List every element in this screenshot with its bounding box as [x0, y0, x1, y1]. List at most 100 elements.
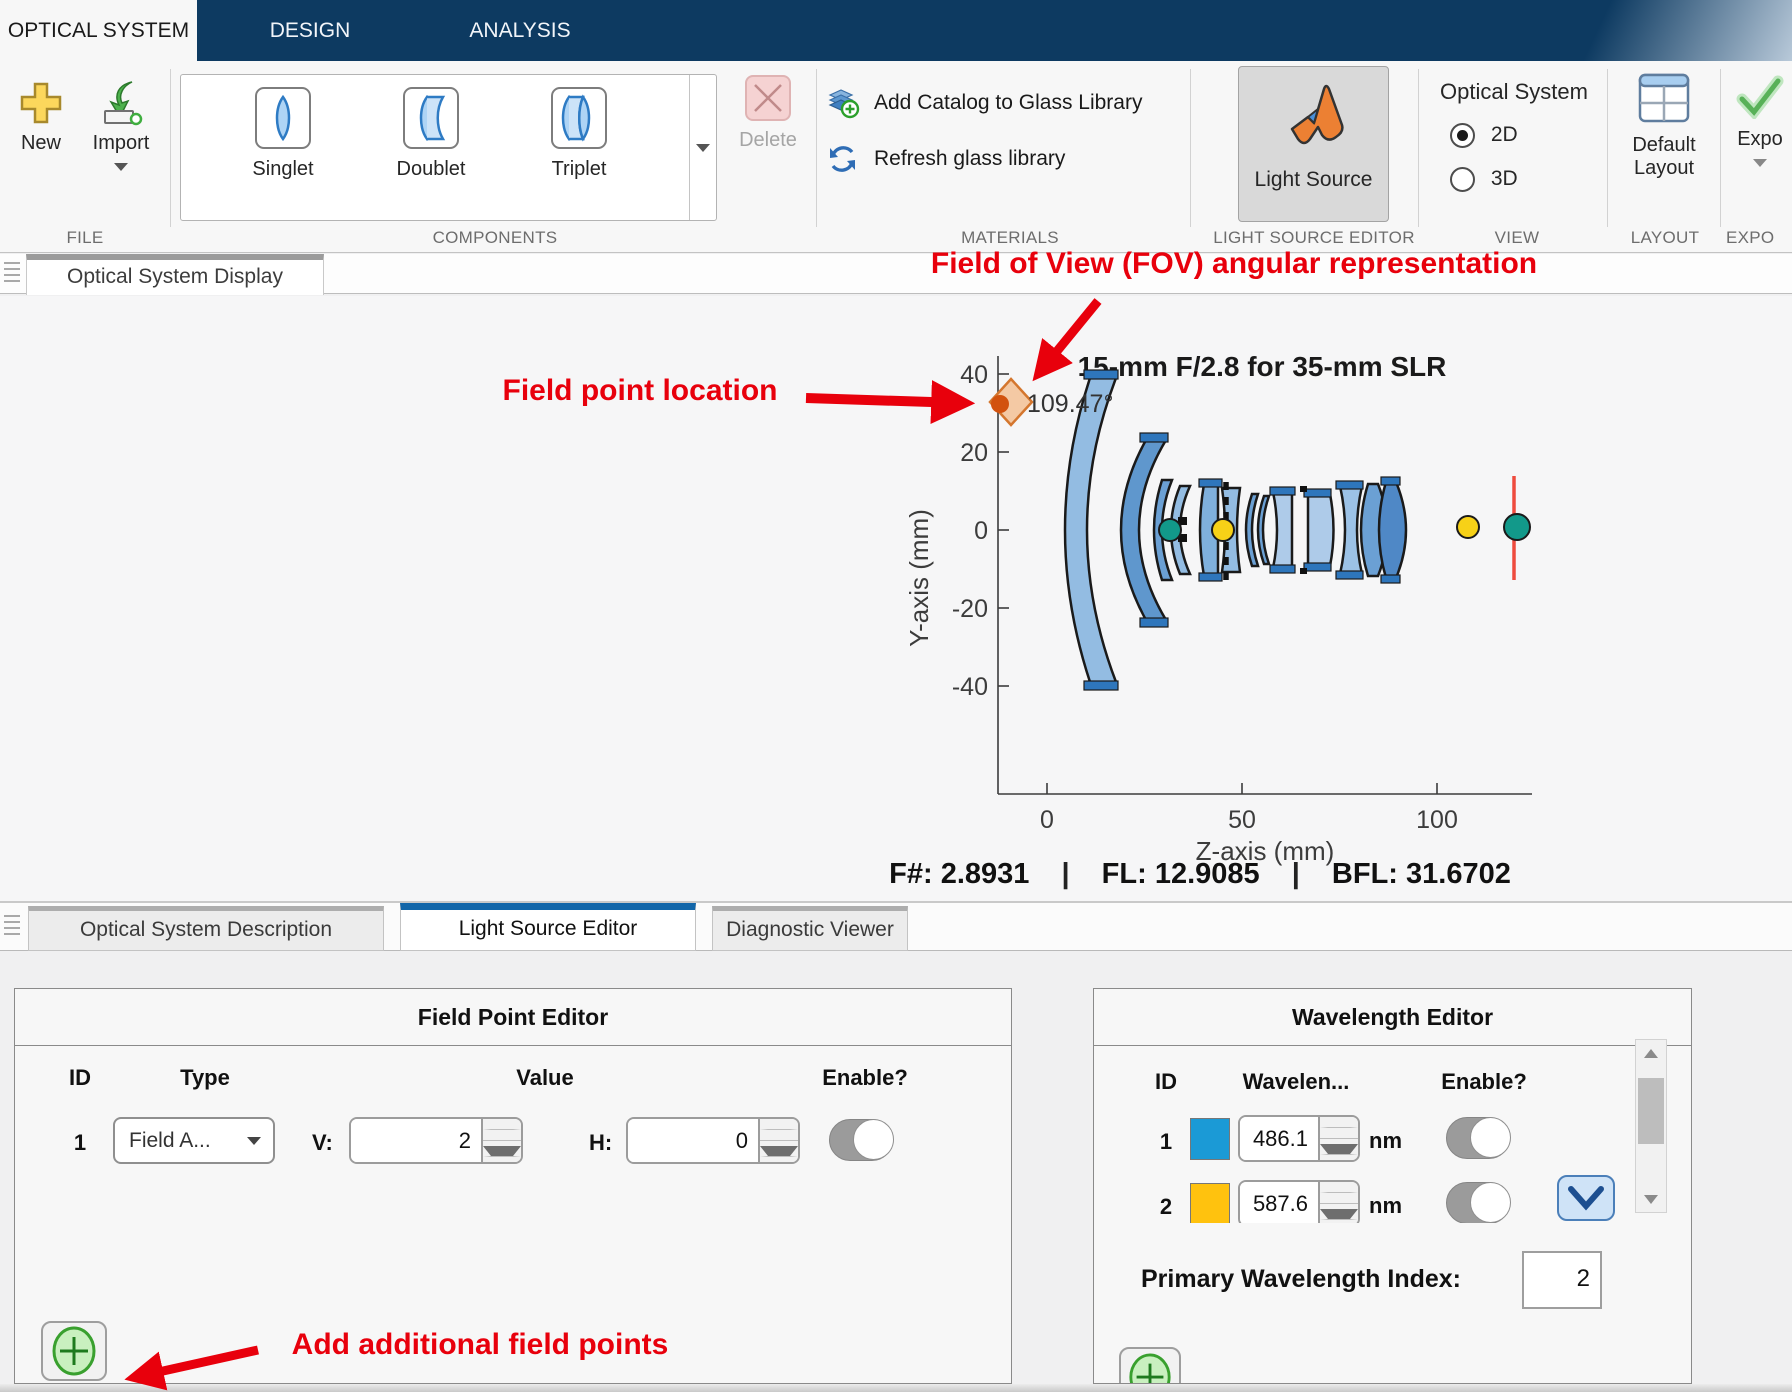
focal-length-value: 12.9085 — [1155, 858, 1260, 890]
wavelength-enable-toggle[interactable] — [1446, 1117, 1510, 1159]
export-dropdown-caret[interactable] — [1753, 159, 1767, 167]
spinner-up-icon[interactable] — [1320, 1182, 1358, 1204]
spinner-down-icon[interactable] — [1320, 1204, 1358, 1223]
delete-button[interactable]: Delete — [736, 74, 800, 152]
section-label-materials: MATERIALS — [880, 228, 1140, 248]
radio-3d[interactable]: 3D — [1450, 167, 1518, 192]
wavelength-spinner[interactable]: 486.1 — [1238, 1115, 1360, 1162]
doublet-button[interactable]: Doublet — [361, 87, 501, 181]
wavelength-color-swatch[interactable] — [1190, 1118, 1230, 1160]
refresh-glass-library-button[interactable]: Refresh glass library — [826, 143, 1065, 175]
annotation-fov: Field of View (FOV) angular representati… — [903, 247, 1565, 281]
col-id: ID — [45, 1065, 115, 1091]
matlab-logo-icon — [1278, 77, 1350, 155]
wavelength-row-id: 1 — [1146, 1129, 1186, 1155]
import-dropdown-caret[interactable] — [114, 163, 128, 171]
field-point-enable-toggle[interactable] — [829, 1119, 893, 1161]
delete-x-icon — [744, 74, 792, 122]
wavelength-color-swatch[interactable] — [1190, 1183, 1230, 1223]
optical-readouts: F#: 2.8931 | FL: 12.9085 | BFL: 31.6702 — [820, 858, 1580, 891]
spinner-down-icon[interactable] — [483, 1141, 521, 1162]
scrollbar-thumb[interactable] — [1638, 1078, 1664, 1144]
tab-optical-system-description[interactable]: Optical System Description — [28, 906, 384, 951]
lens-elements — [1065, 370, 1406, 690]
svg-text:-20: -20 — [952, 595, 988, 623]
section-label-components: COMPONENTS — [200, 228, 790, 248]
divider — [170, 69, 171, 227]
glass-catalog-icon — [826, 87, 860, 119]
unit-label: nm — [1369, 1193, 1402, 1219]
spinner-up-icon[interactable] — [760, 1119, 798, 1141]
svg-text:0: 0 — [1040, 806, 1054, 834]
check-icon — [1736, 75, 1784, 119]
field-point-editor-title: Field Point Editor — [15, 989, 1011, 1046]
field-type-dropdown[interactable]: Field A... — [113, 1117, 275, 1164]
tab-optical-system-display[interactable]: Optical System Display — [26, 254, 324, 295]
v-label: V: — [312, 1130, 333, 1156]
default-layout-button[interactable]: Default Layout — [1622, 73, 1706, 180]
components-gallery: Singlet Doublet — [180, 74, 717, 221]
tab-diagnostic-viewer[interactable]: Diagnostic Viewer — [712, 906, 908, 951]
bottom-tab-strip: Optical System Description Light Source … — [0, 903, 1792, 951]
spinner-down-icon[interactable] — [1320, 1139, 1358, 1160]
wavelength-enable-toggle[interactable] — [1446, 1182, 1510, 1223]
divider — [1720, 69, 1721, 227]
col-enable: Enable? — [785, 1065, 945, 1091]
import-button[interactable]: Import — [82, 79, 160, 171]
refresh-icon — [826, 143, 860, 175]
col-id: ID — [1131, 1069, 1201, 1095]
wavelength-editor: Wavelength Editor ID Wavelen... Enable? … — [1093, 988, 1692, 1384]
divider — [816, 69, 817, 227]
v-value-spinner[interactable]: 2 — [349, 1117, 523, 1164]
divider — [1607, 69, 1608, 227]
export-button[interactable]: Expo — [1728, 75, 1792, 167]
chevron-down-icon — [1566, 1185, 1606, 1211]
scroll-up-icon[interactable] — [1636, 1040, 1666, 1066]
light-source-button[interactable]: Light Source — [1238, 66, 1389, 222]
svg-text:0: 0 — [974, 517, 988, 545]
doublet-lens-icon — [403, 87, 459, 149]
svg-text:-40: -40 — [952, 673, 988, 701]
col-value: Value — [455, 1065, 635, 1091]
add-field-point-button[interactable] — [41, 1321, 107, 1381]
tab-analysis[interactable]: ANALYSIS — [432, 0, 608, 61]
field-point-editor: Field Point Editor ID Type Value Enable?… — [14, 988, 1012, 1384]
chart-title: 15-mm F/2.8 for 35-mm SLR — [1078, 351, 1447, 382]
spinner-up-icon[interactable] — [483, 1119, 521, 1141]
tab-light-source-editor[interactable]: Light Source Editor — [400, 903, 696, 951]
chart-tick-labels: 40 20 0 -20 -40 0 50 100 — [952, 361, 1458, 834]
add-wavelength-button[interactable] — [1119, 1347, 1181, 1384]
svg-text:100: 100 — [1416, 806, 1458, 834]
panel-drag-handle-icon[interactable] — [4, 262, 20, 286]
new-button[interactable]: New — [6, 79, 76, 155]
add-catalog-button[interactable]: Add Catalog to Glass Library — [826, 87, 1142, 119]
triplet-button[interactable]: Triplet — [509, 87, 649, 181]
wavelength-scrollbar[interactable] — [1635, 1039, 1667, 1213]
ribbon-tabbar: OPTICAL SYSTEM DESIGN ANALYSIS — [0, 0, 1792, 61]
scroll-down-icon[interactable] — [1636, 1186, 1666, 1212]
import-icon — [96, 79, 146, 127]
fov-angle-value: 109.47° — [1027, 390, 1113, 418]
h-value-spinner[interactable]: 0 — [626, 1117, 800, 1164]
section-label-light-source: LIGHT SOURCE EDITOR — [1196, 228, 1432, 248]
window-bottom-edge — [0, 1384, 1792, 1392]
tab-optical-system[interactable]: OPTICAL SYSTEM — [0, 0, 197, 61]
primary-wavelength-input[interactable]: 2 — [1522, 1251, 1602, 1309]
spinner-down-icon[interactable] — [760, 1141, 798, 1162]
panel-drag-handle-icon[interactable] — [4, 915, 20, 939]
radio-2d[interactable]: 2D — [1450, 123, 1518, 148]
spinner-up-icon[interactable] — [1320, 1117, 1358, 1139]
wavelength-picker-button[interactable] — [1557, 1175, 1615, 1221]
chevron-down-icon — [247, 1137, 261, 1145]
components-gallery-expand[interactable] — [689, 75, 716, 220]
unit-label: nm — [1369, 1128, 1402, 1154]
radio-3d-circle-icon — [1450, 167, 1475, 192]
lens-layout-chart[interactable]: 40 20 0 -20 -40 0 50 100 Y-axis (mm) Z-a… — [0, 293, 1792, 901]
svg-text:20: 20 — [960, 439, 988, 467]
singlet-button[interactable]: Singlet — [213, 87, 353, 181]
tab-design[interactable]: DESIGN — [222, 0, 398, 61]
svg-text:40: 40 — [960, 361, 988, 389]
field-point-dot[interactable] — [991, 395, 1009, 413]
annotation-field-point: Field point location — [482, 374, 798, 408]
wavelength-spinner[interactable]: 587.6 — [1238, 1180, 1360, 1223]
